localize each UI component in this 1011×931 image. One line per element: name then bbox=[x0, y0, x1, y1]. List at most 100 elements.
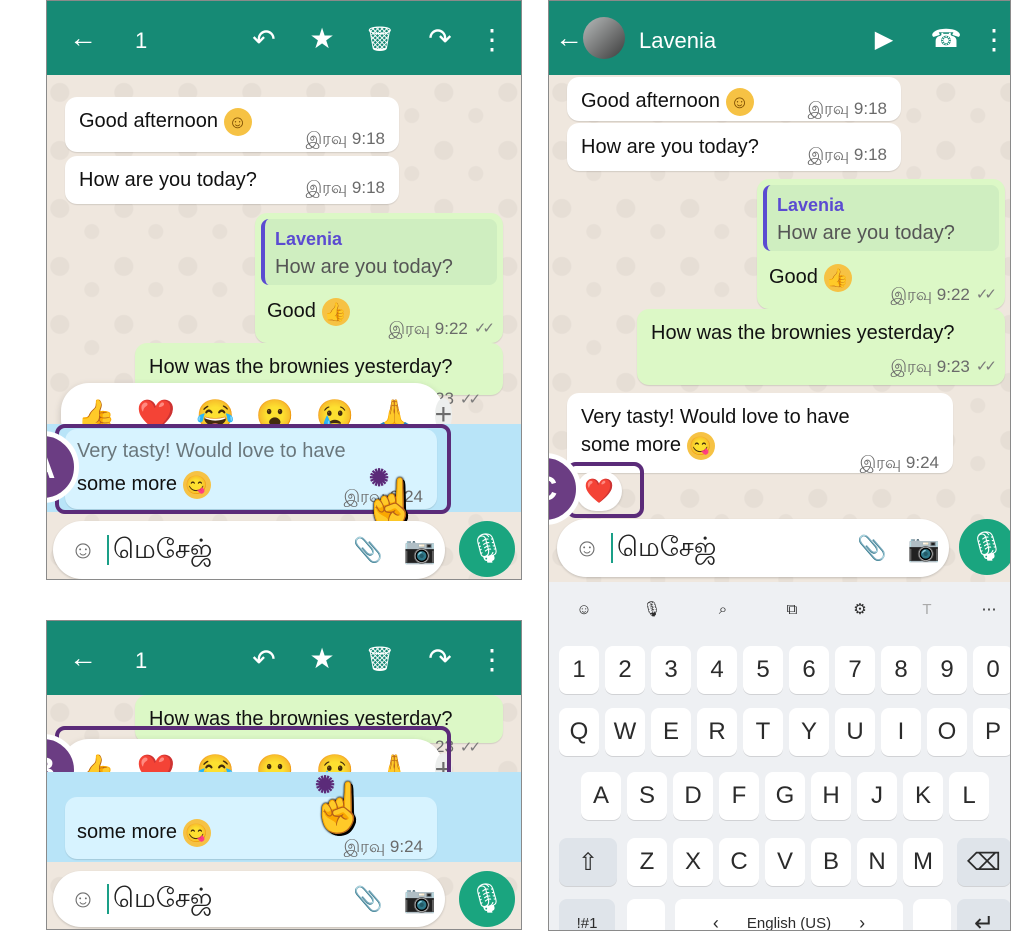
emoji-toolbar-icon[interactable]: ☺ bbox=[563, 590, 605, 628]
screenshot-b: ← 1 ↶ ★ 🗑 ↷ ⋮ How was the brownies yeste… bbox=[46, 620, 522, 930]
microphone-glyph: 🎙 bbox=[968, 531, 1006, 563]
phone-icon[interactable]: ☎ bbox=[930, 25, 961, 53]
letter-key-u[interactable]: U bbox=[835, 708, 875, 756]
more-toolbar-icon[interactable]: ⋯ bbox=[969, 590, 1009, 628]
forward-icon[interactable]: ↷ bbox=[425, 23, 455, 54]
letter-key-f[interactable]: F bbox=[719, 772, 759, 820]
emoji-icon[interactable]: ☺ bbox=[67, 883, 99, 915]
letter-key-o[interactable]: O bbox=[927, 708, 967, 756]
letter-key-p[interactable]: P bbox=[973, 708, 1010, 756]
enter-key[interactable]: ↵ bbox=[957, 899, 1010, 930]
letter-key-w[interactable]: W bbox=[605, 708, 645, 756]
letter-key-b[interactable]: B bbox=[811, 838, 851, 886]
paperclip-icon[interactable]: 📎 bbox=[353, 884, 383, 914]
letter-key-e[interactable]: E bbox=[651, 708, 691, 756]
letter-key-m[interactable]: M bbox=[903, 838, 943, 886]
letter-key-l[interactable]: L bbox=[949, 772, 989, 820]
screenshot-c: ← Lavenia ▶ ☎ ⋮ Good afternoon ☺ இரவு 9:… bbox=[548, 0, 1011, 931]
letter-key-x[interactable]: X bbox=[673, 838, 713, 886]
emoji-icon[interactable]: ☺ bbox=[571, 532, 603, 564]
space-right-arrow: › bbox=[859, 912, 866, 931]
letter-key-a[interactable]: A bbox=[581, 772, 621, 820]
letter-key-g[interactable]: G bbox=[765, 772, 805, 820]
number-key-2[interactable]: 2 bbox=[605, 646, 645, 694]
message-composer[interactable]: ☺ மெசேஜ் 📎 📷 bbox=[53, 521, 445, 579]
contact-name[interactable]: Lavenia bbox=[639, 28, 716, 54]
number-key-5[interactable]: 5 bbox=[743, 646, 783, 694]
letter-key-n[interactable]: N bbox=[857, 838, 897, 886]
soft-keyboard: ☺ 🎙 ⌕ ⧉ ⚙ T ⋯ 1234567890 QWERTYUIOP ASDF… bbox=[549, 582, 1010, 931]
number-key-1[interactable]: 1 bbox=[559, 646, 599, 694]
camera-icon[interactable]: 📷 bbox=[403, 882, 437, 916]
voice-toolbar-icon[interactable]: 🎙 bbox=[631, 590, 673, 628]
back-arrow-icon[interactable]: ← bbox=[69, 22, 97, 53]
camera-icon[interactable]: 📷 bbox=[907, 531, 941, 565]
forward-icon[interactable]: ↷ bbox=[425, 643, 455, 674]
number-key-9[interactable]: 9 bbox=[927, 646, 967, 694]
number-key-4[interactable]: 4 bbox=[697, 646, 737, 694]
more-vertical-icon[interactable]: ⋮ bbox=[980, 24, 1008, 55]
trash-icon[interactable]: 🗑 bbox=[365, 645, 395, 673]
letter-key-j[interactable]: J bbox=[857, 772, 897, 820]
more-vertical-icon[interactable]: ⋮ bbox=[478, 24, 506, 55]
paperclip-icon[interactable]: 📎 bbox=[353, 535, 383, 565]
letter-key-k[interactable]: K bbox=[903, 772, 943, 820]
chat-header: ← Lavenia ▶ ☎ ⋮ bbox=[549, 1, 1010, 75]
clipboard-toolbar-icon[interactable]: ⧉ bbox=[771, 590, 813, 628]
star-icon[interactable]: ★ bbox=[307, 23, 337, 54]
letter-key-q[interactable]: Q bbox=[559, 708, 599, 756]
number-key-6[interactable]: 6 bbox=[789, 646, 829, 694]
paperclip-icon[interactable]: 📎 bbox=[857, 533, 887, 563]
reply-icon[interactable]: ↶ bbox=[249, 644, 279, 675]
letter-key-h[interactable]: H bbox=[811, 772, 851, 820]
search-toolbar-icon[interactable]: ⌕ bbox=[702, 590, 744, 628]
video-call-icon[interactable]: ▶ bbox=[869, 26, 899, 53]
microphone-icon[interactable]: 🎙 bbox=[459, 521, 515, 577]
shift-key[interactable]: ⇧ bbox=[559, 838, 617, 886]
letter-key-s[interactable]: S bbox=[627, 772, 667, 820]
message-time: இரவு 9:18 bbox=[305, 178, 385, 197]
microphone-glyph: 🎙 bbox=[468, 533, 506, 565]
microphone-icon[interactable]: 🎙 bbox=[959, 519, 1010, 575]
number-key-0[interactable]: 0 bbox=[973, 646, 1010, 694]
space-key[interactable]: ‹ English (US) › bbox=[675, 899, 903, 931]
letter-key-r[interactable]: R bbox=[697, 708, 737, 756]
yum-emoji-icon: 😋 bbox=[686, 431, 715, 460]
letter-key-y[interactable]: Y bbox=[789, 708, 829, 756]
number-key-3[interactable]: 3 bbox=[651, 646, 691, 694]
reply-icon[interactable]: ↶ bbox=[249, 24, 279, 55]
text-cursor bbox=[107, 535, 109, 565]
number-key-7[interactable]: 7 bbox=[835, 646, 875, 694]
microphone-icon[interactable]: 🎙 bbox=[459, 871, 515, 927]
comma-key[interactable] bbox=[627, 899, 665, 930]
back-arrow-icon[interactable]: ← bbox=[69, 642, 97, 673]
letter-key-z[interactable]: Z bbox=[627, 838, 667, 886]
symbols-key[interactable]: !#1 bbox=[559, 899, 615, 930]
message-composer[interactable]: ☺ மெசேஜ் 📎 📷 bbox=[53, 871, 445, 927]
message-composer[interactable]: ☺ மெசேஜ் 📎 📷 bbox=[557, 519, 949, 577]
message-how-are-you: How are you today? இரவு 9:18 bbox=[567, 123, 901, 171]
letter-key-v[interactable]: V bbox=[765, 838, 805, 886]
message-good-afternoon: Good afternoon ☺ இரவு 9:18 bbox=[567, 77, 901, 121]
handwriting-toolbar-icon[interactable]: T bbox=[906, 590, 948, 628]
selected-count: 1 bbox=[135, 648, 148, 673]
period-key[interactable] bbox=[913, 899, 951, 930]
message-very-tasty[interactable]: some more 😋 இரவு 9:24 bbox=[65, 797, 437, 859]
number-key-8[interactable]: 8 bbox=[881, 646, 921, 694]
emoji-icon[interactable]: ☺ bbox=[67, 534, 99, 566]
letter-key-t[interactable]: T bbox=[743, 708, 783, 756]
smile-emoji-icon: ☺ bbox=[223, 107, 252, 136]
star-icon[interactable]: ★ bbox=[307, 643, 337, 674]
more-vertical-icon[interactable]: ⋮ bbox=[478, 644, 506, 675]
backspace-key[interactable]: ⌫ bbox=[957, 838, 1010, 886]
letter-key-i[interactable]: I bbox=[881, 708, 921, 756]
contact-avatar[interactable] bbox=[583, 17, 625, 59]
message-very-tasty: Very tasty! Would love to have some more… bbox=[567, 393, 953, 473]
letter-key-c[interactable]: C bbox=[719, 838, 759, 886]
settings-toolbar-icon[interactable]: ⚙ bbox=[839, 590, 881, 628]
letter-key-d[interactable]: D bbox=[673, 772, 713, 820]
camera-icon[interactable]: 📷 bbox=[403, 533, 437, 567]
trash-icon[interactable]: 🗑 bbox=[365, 25, 395, 53]
quoted-message: Lavenia How are you today? bbox=[763, 185, 999, 251]
back-arrow-icon[interactable]: ← bbox=[555, 22, 583, 53]
